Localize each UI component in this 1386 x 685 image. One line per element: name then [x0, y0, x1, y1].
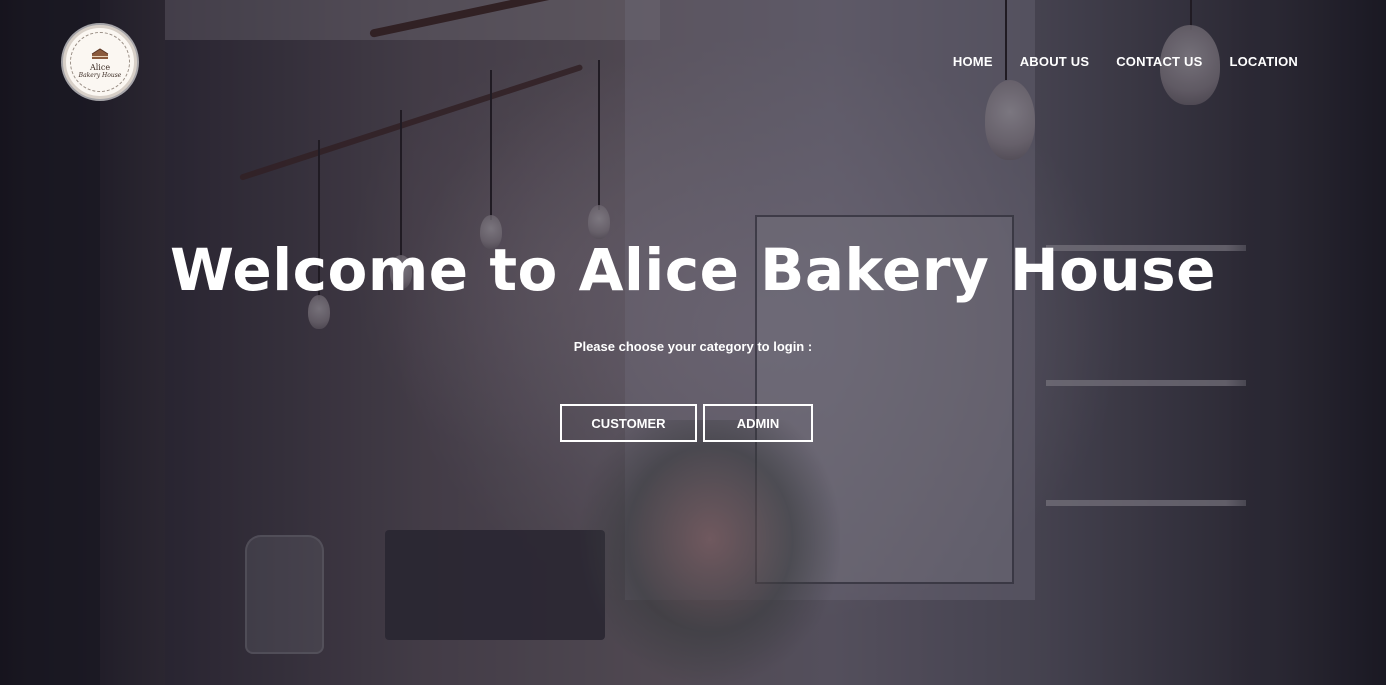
nav-location[interactable]: LOCATION — [1229, 54, 1298, 69]
admin-login-button[interactable]: ADMIN — [703, 404, 813, 442]
hero-subtitle: Please choose your category to login : — [573, 339, 813, 354]
nav-home[interactable]: HOME — [953, 54, 993, 69]
logo-ring — [70, 32, 130, 92]
main-nav: HOME ABOUT US CONTACT US LOCATION — [953, 54, 1298, 69]
brand-logo[interactable]: Alice Bakery House — [63, 25, 137, 99]
nav-about-us[interactable]: ABOUT US — [1020, 54, 1090, 69]
hero-title: Welcome to Alice Bakery House — [170, 236, 1216, 304]
nav-contact-us[interactable]: CONTACT US — [1116, 54, 1202, 69]
customer-login-button[interactable]: CUSTOMER — [560, 404, 697, 442]
login-category-buttons: CUSTOMER ADMIN — [560, 404, 813, 442]
